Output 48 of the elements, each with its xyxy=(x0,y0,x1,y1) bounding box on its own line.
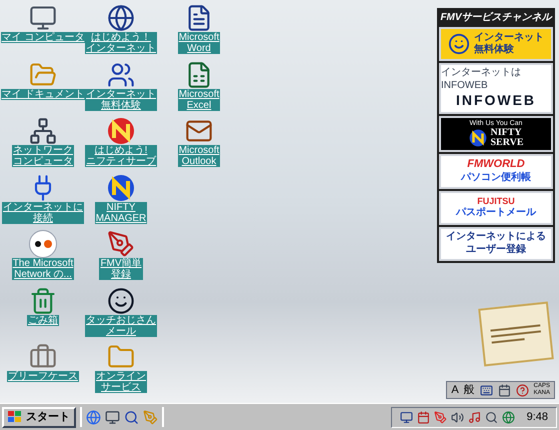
keyboard-icon[interactable] xyxy=(480,384,493,396)
panel-header: FMVサービスチャンネル xyxy=(439,10,553,25)
n-logo-icon xyxy=(107,174,135,202)
trash-icon xyxy=(29,286,57,315)
help-icon[interactable] xyxy=(516,384,529,396)
desktop-icon-label[interactable]: FMV簡単 登録 xyxy=(99,258,143,280)
passport-mail-banner[interactable]: FUJITSU パスポートメール xyxy=(439,190,553,224)
user-registration-banner[interactable]: インターネットによる ユーザー登録 xyxy=(439,226,553,260)
search-icon[interactable] xyxy=(124,410,139,424)
ime-conversion-button[interactable]: 般 xyxy=(464,382,475,398)
start-button[interactable]: スタート xyxy=(2,406,76,428)
desktop-icon-label[interactable]: インターネット 無料体験 xyxy=(85,88,157,111)
desktop-icon-label[interactable]: インターネットに 接続 xyxy=(2,202,84,224)
desktop-icon-label[interactable]: マイ コンピュータ xyxy=(0,32,86,43)
infoweb-banner[interactable]: インターネットはINFOWEB INFOWEB xyxy=(439,63,553,114)
n-logo-icon xyxy=(468,129,486,148)
face-icon xyxy=(107,286,135,315)
desktop-icon-label[interactable]: オンライン サービス xyxy=(95,371,147,394)
network-icon xyxy=(29,117,57,146)
mascot-icon xyxy=(448,33,470,55)
ime-mode-button[interactable]: A xyxy=(451,382,459,398)
desktop-icon-label[interactable]: Microsoft Excel xyxy=(178,88,220,111)
desktop-icon-label[interactable]: The Microsoft Network の... xyxy=(12,258,74,280)
desktop-icon-label[interactable]: ブリーフケース xyxy=(7,371,79,382)
search-icon[interactable] xyxy=(484,410,498,424)
n-logo-icon xyxy=(107,117,135,146)
globe-icon xyxy=(107,4,135,32)
msn-logo-icon xyxy=(29,230,57,258)
fmworld-banner[interactable]: FMWORLD パソコン便利帳 xyxy=(439,154,553,188)
calendar-icon[interactable] xyxy=(416,410,430,424)
desktop-icon-label[interactable]: NIFTY MANAGER xyxy=(94,202,148,224)
desktop-icon-label[interactable]: マイ ドキュメント xyxy=(0,88,86,100)
clock: 9:48 xyxy=(526,410,548,425)
desktop-icon-label[interactable]: ネットワーク コンピュータ xyxy=(12,145,74,168)
pen-icon xyxy=(107,230,135,258)
calendar-icon[interactable] xyxy=(498,384,511,396)
computer-icon xyxy=(29,4,57,32)
globe-icon[interactable] xyxy=(502,410,515,424)
desktop-icon-label[interactable]: Microsoft Word xyxy=(178,32,220,54)
monitor-icon[interactable] xyxy=(400,410,413,424)
people-icon xyxy=(107,60,135,89)
pen-icon[interactable] xyxy=(434,410,447,424)
speaker-icon[interactable] xyxy=(450,410,464,424)
music-icon[interactable] xyxy=(468,410,481,424)
desktop-icon-label[interactable]: Microsoft Outlook xyxy=(178,145,220,168)
free-trial-banner[interactable]: インターネット 無料体験 xyxy=(439,27,553,61)
desktop-icon-label[interactable]: ごみ箱 xyxy=(27,314,59,326)
windows-logo-icon xyxy=(8,411,22,423)
